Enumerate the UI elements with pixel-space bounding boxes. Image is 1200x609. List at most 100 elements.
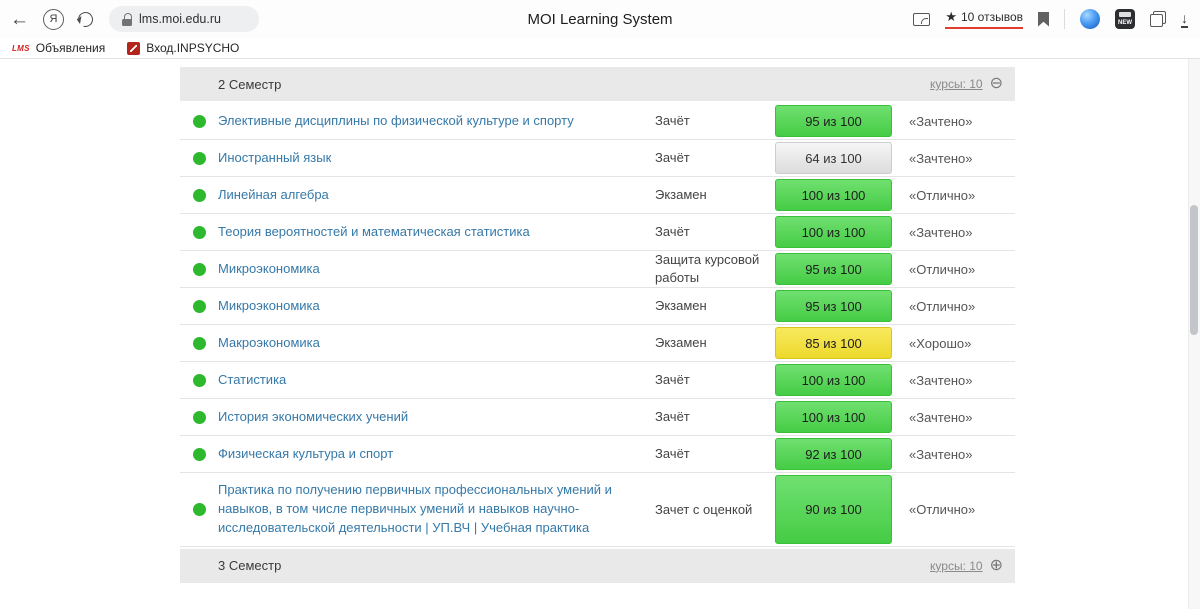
course-link[interactable]: История экономических учений bbox=[218, 400, 655, 435]
cast-icon[interactable] bbox=[913, 13, 930, 26]
course-link[interactable]: Практика по получению первичных професси… bbox=[218, 473, 655, 546]
back-icon[interactable]: ← bbox=[10, 10, 29, 29]
status-dot bbox=[193, 411, 206, 424]
course-row: Теория вероятностей и математическая ста… bbox=[180, 214, 1015, 251]
address-bar[interactable]: lms.moi.edu.ru bbox=[109, 6, 259, 32]
score-cell: 95 из 100 bbox=[772, 103, 895, 139]
courses-count-link[interactable]: курсы: 10 bbox=[930, 77, 983, 91]
page-body: 2 Семестр курсы: 10 ⊖ Элективные дисципл… bbox=[0, 59, 1200, 583]
course-link[interactable]: Макроэкономика bbox=[218, 326, 655, 361]
status-dot bbox=[193, 263, 206, 276]
bookmark-icon[interactable] bbox=[1038, 12, 1049, 27]
course-row: Макроэкономика Экзамен 85 из 100 «Хорошо… bbox=[180, 325, 1015, 362]
score-badge: 100 из 100 bbox=[775, 216, 892, 248]
course-link[interactable]: Физическая культура и спорт bbox=[218, 437, 655, 472]
score-cell: 100 из 100 bbox=[772, 399, 895, 435]
expand-icon[interactable]: ⊕ bbox=[990, 558, 1003, 574]
semester-title: 2 Семестр bbox=[218, 77, 281, 92]
score-badge: 95 из 100 bbox=[775, 105, 892, 137]
assessment-type: Зачёт bbox=[655, 112, 772, 130]
course-row: Элективные дисциплины по физической куль… bbox=[180, 103, 1015, 140]
bookmark-item-inpsycho[interactable]: Вход.INPSYCHO bbox=[127, 41, 239, 55]
site-reviews-button[interactable]: ★ 10 отзывов bbox=[945, 10, 1023, 29]
assessment-type: Зачёт bbox=[655, 149, 772, 167]
score-cell: 95 из 100 bbox=[772, 251, 895, 287]
scrollbar-track[interactable] bbox=[1188, 59, 1200, 609]
assessment-type: Зачёт bbox=[655, 223, 772, 241]
course-link[interactable]: Линейная алгебра bbox=[218, 178, 655, 213]
status-dot bbox=[193, 374, 206, 387]
score-cell: 90 из 100 bbox=[772, 473, 895, 546]
browser-profile-icon[interactable] bbox=[1080, 9, 1100, 29]
score-cell: 85 из 100 bbox=[772, 325, 895, 361]
grade-label: «Зачтено» bbox=[895, 447, 1015, 462]
course-row: Микроэкономика Экзамен 95 из 100 «Отличн… bbox=[180, 288, 1015, 325]
grade-label: «Зачтено» bbox=[895, 151, 1015, 166]
score-badge: 85 из 100 bbox=[775, 327, 892, 359]
semester-header-3: 3 Семестр курсы: 10 ⊕ bbox=[180, 549, 1015, 583]
grade-label: «Зачтено» bbox=[895, 225, 1015, 240]
score-cell: 95 из 100 bbox=[772, 288, 895, 324]
course-link[interactable]: Иностранный язык bbox=[218, 141, 655, 176]
status-dot bbox=[193, 152, 206, 165]
collapse-icon[interactable]: ⊖ bbox=[990, 76, 1003, 92]
score-cell: 92 из 100 bbox=[772, 436, 895, 472]
semester-header-2: 2 Семестр курсы: 10 ⊖ bbox=[180, 67, 1015, 101]
reload-icon[interactable] bbox=[75, 9, 95, 29]
course-row: История экономических учений Зачёт 100 и… bbox=[180, 399, 1015, 436]
courses-count-link[interactable]: курсы: 10 bbox=[930, 559, 983, 573]
course-row: Иностранный язык Зачёт 64 из 100 «Зачтен… bbox=[180, 140, 1015, 177]
lock-icon[interactable] bbox=[122, 13, 132, 26]
grade-label: «Отлично» bbox=[895, 262, 1015, 277]
grade-label: «Отлично» bbox=[895, 299, 1015, 314]
grade-label: «Зачтено» bbox=[895, 114, 1015, 129]
assessment-type: Зачет с оценкой bbox=[655, 501, 772, 519]
course-link[interactable]: Теория вероятностей и математическая ста… bbox=[218, 215, 655, 250]
status-dot bbox=[193, 503, 206, 516]
toolbar-divider bbox=[1064, 9, 1065, 29]
assessment-type: Защита курсовой работы bbox=[655, 251, 772, 287]
score-badge: 100 из 100 bbox=[775, 401, 892, 433]
new-tab-widget-icon[interactable]: NEW bbox=[1115, 9, 1135, 29]
assessment-type: Экзамен bbox=[655, 334, 772, 352]
assessment-type: Зачёт bbox=[655, 445, 772, 463]
status-dot bbox=[193, 189, 206, 202]
lms-favicon: LMS bbox=[12, 44, 30, 53]
url-text[interactable]: lms.moi.edu.ru bbox=[139, 12, 221, 26]
status-dot bbox=[193, 300, 206, 313]
grade-label: «Отлично» bbox=[895, 188, 1015, 203]
assessment-type: Экзамен bbox=[655, 297, 772, 315]
inpsycho-favicon bbox=[127, 42, 140, 55]
yandex-logo-icon[interactable]: Я bbox=[43, 9, 64, 30]
course-link[interactable]: Статистика bbox=[218, 363, 655, 398]
score-badge: 100 из 100 bbox=[775, 364, 892, 396]
status-dot bbox=[193, 115, 206, 128]
course-link[interactable]: Микроэкономика bbox=[218, 289, 655, 324]
scrollbar-thumb[interactable] bbox=[1190, 205, 1198, 335]
semester-title: 3 Семестр bbox=[218, 558, 281, 573]
star-icon: ★ bbox=[945, 10, 957, 23]
course-link[interactable]: Элективные дисциплины по физической куль… bbox=[218, 104, 655, 139]
score-cell: 100 из 100 bbox=[772, 362, 895, 398]
score-badge: 95 из 100 bbox=[775, 290, 892, 322]
assessment-type: Экзамен bbox=[655, 186, 772, 204]
bookmark-item-announcements[interactable]: LMS Объявления bbox=[12, 41, 105, 55]
grade-label: «Отлично» bbox=[895, 502, 1015, 517]
assessment-type: Зачёт bbox=[655, 371, 772, 389]
course-row: Линейная алгебра Экзамен 100 из 100 «Отл… bbox=[180, 177, 1015, 214]
grade-label: «Хорошо» bbox=[895, 336, 1015, 351]
course-link[interactable]: Микроэкономика bbox=[218, 252, 655, 287]
grade-label: «Зачтено» bbox=[895, 373, 1015, 388]
bookmark-label: Объявления bbox=[36, 41, 105, 55]
course-row: Практика по получению первичных професси… bbox=[180, 473, 1015, 547]
gradebook: 2 Семестр курсы: 10 ⊖ Элективные дисципл… bbox=[180, 67, 1015, 583]
bookmark-label: Вход.INPSYCHO bbox=[146, 41, 239, 55]
downloads-icon[interactable]: ↓ bbox=[1181, 11, 1188, 28]
score-badge: 64 из 100 bbox=[775, 142, 892, 174]
status-dot bbox=[193, 226, 206, 239]
course-row: Физическая культура и спорт Зачёт 92 из … bbox=[180, 436, 1015, 473]
score-badge: 95 из 100 bbox=[775, 253, 892, 285]
score-cell: 100 из 100 bbox=[772, 177, 895, 213]
collections-icon[interactable] bbox=[1150, 11, 1166, 27]
bookmarks-bar: LMS Объявления Вход.INPSYCHO bbox=[0, 38, 1200, 59]
